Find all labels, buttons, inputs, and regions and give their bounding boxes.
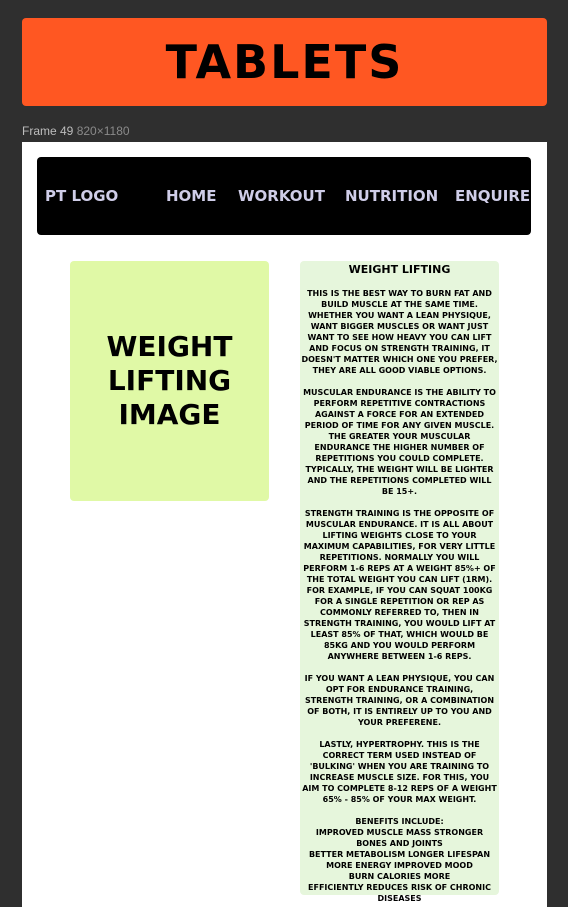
- paragraph-hypertrophy: LASTLY, HYPERTROPHY. THIS IS THE CORRECT…: [302, 740, 497, 804]
- nav-logo[interactable]: PT LOGO: [45, 187, 118, 205]
- tablet-frame: PT LOGO HOME WORKOUT NUTRITION ENQUIRE W…: [22, 142, 547, 907]
- frame-label[interactable]: Frame 49 820×1180: [22, 124, 130, 138]
- paragraph-intro: THIS IS THE BEST WAY TO BURN FAT AND BUI…: [301, 289, 498, 375]
- weight-lifting-image-placeholder: WEIGHT LIFTING IMAGE: [70, 261, 269, 501]
- paragraph-lean-physique: IF YOU WANT A LEAN PHYSIQUE, YOU CAN OPT…: [304, 674, 495, 727]
- nav-item-home[interactable]: HOME: [166, 187, 216, 205]
- page-banner: TABLETS: [22, 18, 547, 106]
- panel-title: WEIGHT LIFTING: [348, 263, 451, 276]
- paragraph-muscular-endurance: MUSCULAR ENDURANCE IS THE ABILITY TO PER…: [303, 388, 496, 496]
- nav-item-enquire[interactable]: ENQUIRE: [455, 187, 530, 205]
- navbar: PT LOGO HOME WORKOUT NUTRITION ENQUIRE: [37, 157, 531, 235]
- image-placeholder-text: WEIGHT LIFTING IMAGE: [106, 330, 233, 431]
- frame-name: Frame 49: [22, 124, 74, 138]
- banner-title: TABLETS: [165, 35, 404, 89]
- weight-lifting-info-panel: WEIGHT LIFTING THIS IS THE BEST WAY TO B…: [300, 261, 499, 903]
- paragraph-benefits: BENEFITS INCLUDE: IMPROVED MUSCLE MASS S…: [308, 817, 491, 903]
- nav-item-nutrition[interactable]: NUTRITION: [345, 187, 438, 205]
- frame-dims: 820×1180: [76, 124, 130, 138]
- paragraph-strength-training: STRENGTH TRAINING IS THE OPPOSITE OF MUS…: [303, 509, 496, 661]
- nav-item-workout[interactable]: WORKOUT: [238, 187, 325, 205]
